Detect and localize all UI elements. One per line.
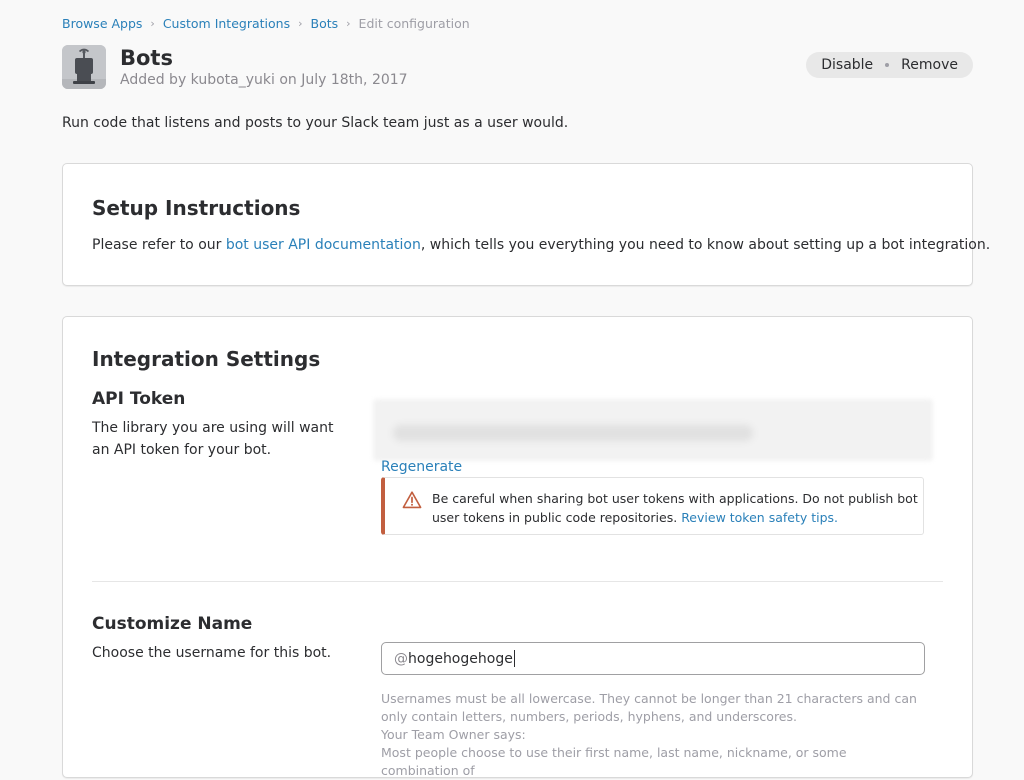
- token-warning-text: Be careful when sharing bot user tokens …: [432, 489, 922, 527]
- app-header: Bots Added by kubota_yuki on July 18th, …: [62, 45, 973, 91]
- breadcrumb-browse-apps[interactable]: Browse Apps: [62, 16, 142, 31]
- breadcrumb-bots[interactable]: Bots: [311, 16, 339, 31]
- customize-name-description: Choose the username for this bot.: [92, 645, 332, 661]
- setup-instructions-text: Please refer to our bot user API documen…: [92, 237, 990, 253]
- username-prefix: @: [394, 650, 408, 667]
- text-caret: [513, 650, 515, 667]
- setup-instructions-title: Setup Instructions: [92, 196, 301, 220]
- breadcrumb: Browse Apps › Custom Integrations › Bots…: [62, 16, 470, 31]
- token-safety-tips-link[interactable]: Review token safety tips.: [681, 510, 838, 525]
- chevron-right-icon: ›: [298, 17, 303, 30]
- integration-settings-title: Integration Settings: [92, 347, 321, 371]
- api-token-title: API Token: [92, 389, 186, 409]
- api-token-value-blurred: [373, 399, 933, 461]
- remove-button[interactable]: Remove: [901, 57, 958, 73]
- breadcrumb-custom-integrations[interactable]: Custom Integrations: [163, 16, 290, 31]
- token-warning: Be careful when sharing bot user tokens …: [381, 477, 924, 535]
- chevron-right-icon: ›: [150, 17, 155, 30]
- username-value: hogehogehoge: [408, 650, 513, 667]
- page-title: Bots: [120, 46, 173, 70]
- api-token-description: The library you are using will want an A…: [92, 420, 334, 458]
- breadcrumb-current: Edit configuration: [358, 16, 470, 31]
- section-divider: [92, 581, 943, 582]
- setup-instructions-card: Setup Instructions Please refer to our b…: [62, 163, 990, 286]
- disable-button[interactable]: Disable: [821, 57, 873, 73]
- username-rules-text: Usernames must be all lowercase. They ca…: [381, 691, 917, 724]
- customize-name-title: Customize Name: [92, 614, 253, 634]
- token-blur-bar: [393, 425, 753, 441]
- app-added-by: Added by kubota_yuki on July 18th, 2017: [120, 72, 408, 88]
- setup-text-after: , which tells you everything you need to…: [420, 237, 991, 253]
- setup-text-before: Please refer to our: [92, 237, 226, 253]
- username-hint: Usernames must be all lowercase. They ca…: [381, 690, 921, 780]
- team-owner-message: Most people choose to use their first na…: [381, 745, 847, 778]
- header-actions: Disable Remove: [806, 52, 973, 78]
- app-description: Run code that listens and posts to your …: [62, 115, 569, 131]
- bot-api-docs-link[interactable]: bot user API documentation: [226, 237, 421, 253]
- integration-settings-card: Integration Settings API Token The libra…: [62, 316, 973, 778]
- chevron-right-icon: ›: [346, 17, 351, 30]
- regenerate-link[interactable]: Regenerate: [381, 459, 462, 475]
- username-input[interactable]: @ hogehogehoge: [381, 642, 925, 675]
- token-warning-message: Be careful when sharing bot user tokens …: [432, 491, 918, 525]
- bot-icon: [62, 45, 106, 89]
- separator-dot: [885, 63, 890, 67]
- team-owner-says-label: Your Team Owner says:: [381, 727, 526, 742]
- warning-triangle-icon: [402, 491, 422, 509]
